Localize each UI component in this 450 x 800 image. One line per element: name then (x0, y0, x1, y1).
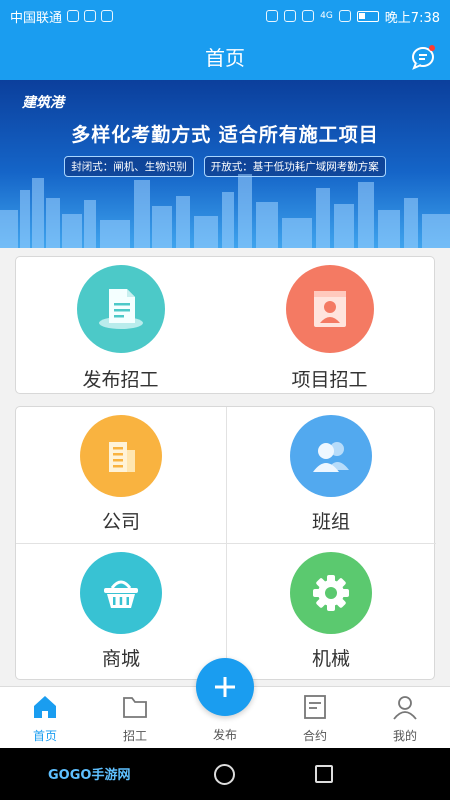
promo-banner[interactable]: 建筑港 多样化考勤方式 适合所有施工项目 封闭式：闸机、生物识别 开放式：基于低… (0, 80, 450, 248)
company-button[interactable]: 公司 (16, 407, 226, 543)
mall-button[interactable]: 商城 (16, 544, 226, 680)
project-recruit-label: 项目招工 (291, 369, 368, 391)
company-label: 公司 (101, 511, 140, 533)
group-icon (313, 442, 349, 472)
watermark-logo: GOGO手游网 (48, 768, 131, 783)
network-type: 4G (320, 11, 333, 21)
gear-icon (313, 575, 349, 611)
banner-logo: 建筑港 (22, 95, 64, 111)
tab-home[interactable]: 首页 (0, 687, 90, 748)
publish-recruit-label: 发布招工 (82, 369, 159, 391)
nav-bar: 首页 (0, 32, 450, 80)
category-grid-card: 公司 班组 商城 机械 (15, 406, 436, 681)
id-card-icon (313, 291, 346, 327)
folder-icon (123, 697, 147, 718)
location-icon (266, 10, 279, 22)
project-recruit-button[interactable]: 项目招工 (225, 257, 434, 393)
status-bar: 中国联通 4G 晚上7:38 (0, 0, 450, 32)
company-icon-circle (80, 415, 162, 497)
basket-icon (104, 580, 138, 608)
system-home-button[interactable] (214, 764, 235, 785)
publish-fab-button[interactable] (196, 658, 254, 716)
tab-home-label: 首页 (32, 729, 57, 743)
contract-icon (304, 695, 326, 719)
tab-mine-label: 我的 (392, 729, 417, 743)
city-skyline-illustration (0, 174, 450, 248)
vibrate-icon (284, 10, 297, 22)
tab-contract-label: 合约 (302, 729, 327, 743)
publish-recruit-icon-circle (76, 265, 165, 353)
system-nav-bar: GOGO手游网 (0, 748, 450, 800)
banner-headline: 多样化考勤方式 适合所有施工项目 (71, 124, 379, 146)
project-recruit-icon-circle (285, 265, 374, 353)
user-icon (393, 696, 417, 720)
wechat-notification-icon (67, 10, 80, 22)
publish-recruit-button[interactable]: 发布招工 (16, 257, 225, 393)
tab-recruit[interactable]: 招工 (90, 687, 180, 748)
system-recents-button[interactable] (315, 765, 333, 783)
carrier-name: 中国联通 (10, 10, 63, 26)
document-icon (98, 289, 143, 329)
machinery-icon-circle (290, 552, 372, 634)
page-title: 首页 (205, 45, 245, 70)
team-label: 班组 (311, 511, 350, 533)
plus-icon (215, 677, 235, 697)
mall-label: 商城 (101, 648, 140, 670)
tab-contract[interactable]: 合约 (270, 687, 360, 748)
team-icon-circle (290, 415, 372, 497)
machinery-label: 机械 (311, 648, 350, 670)
building-icon (109, 442, 135, 472)
battery-icon (356, 10, 379, 22)
tab-recruit-label: 招工 (122, 729, 147, 743)
signal-icon (338, 10, 351, 22)
tab-mine[interactable]: 我的 (360, 687, 450, 748)
mall-icon-circle (80, 552, 162, 634)
sim-icon (84, 10, 97, 22)
home-icon (34, 696, 56, 718)
chat-bubble-icon (412, 45, 435, 70)
message-notification-icon (101, 10, 114, 22)
tab-publish-label: 发布 (212, 728, 237, 742)
message-button[interactable] (410, 42, 438, 70)
quick-actions-card: 发布招工 项目招工 (15, 256, 435, 394)
team-button[interactable]: 班组 (226, 407, 436, 543)
unread-dot (429, 45, 435, 51)
wifi-icon (302, 10, 315, 22)
clock: 晚上7:38 (384, 10, 440, 26)
machinery-button[interactable]: 机械 (226, 544, 436, 680)
